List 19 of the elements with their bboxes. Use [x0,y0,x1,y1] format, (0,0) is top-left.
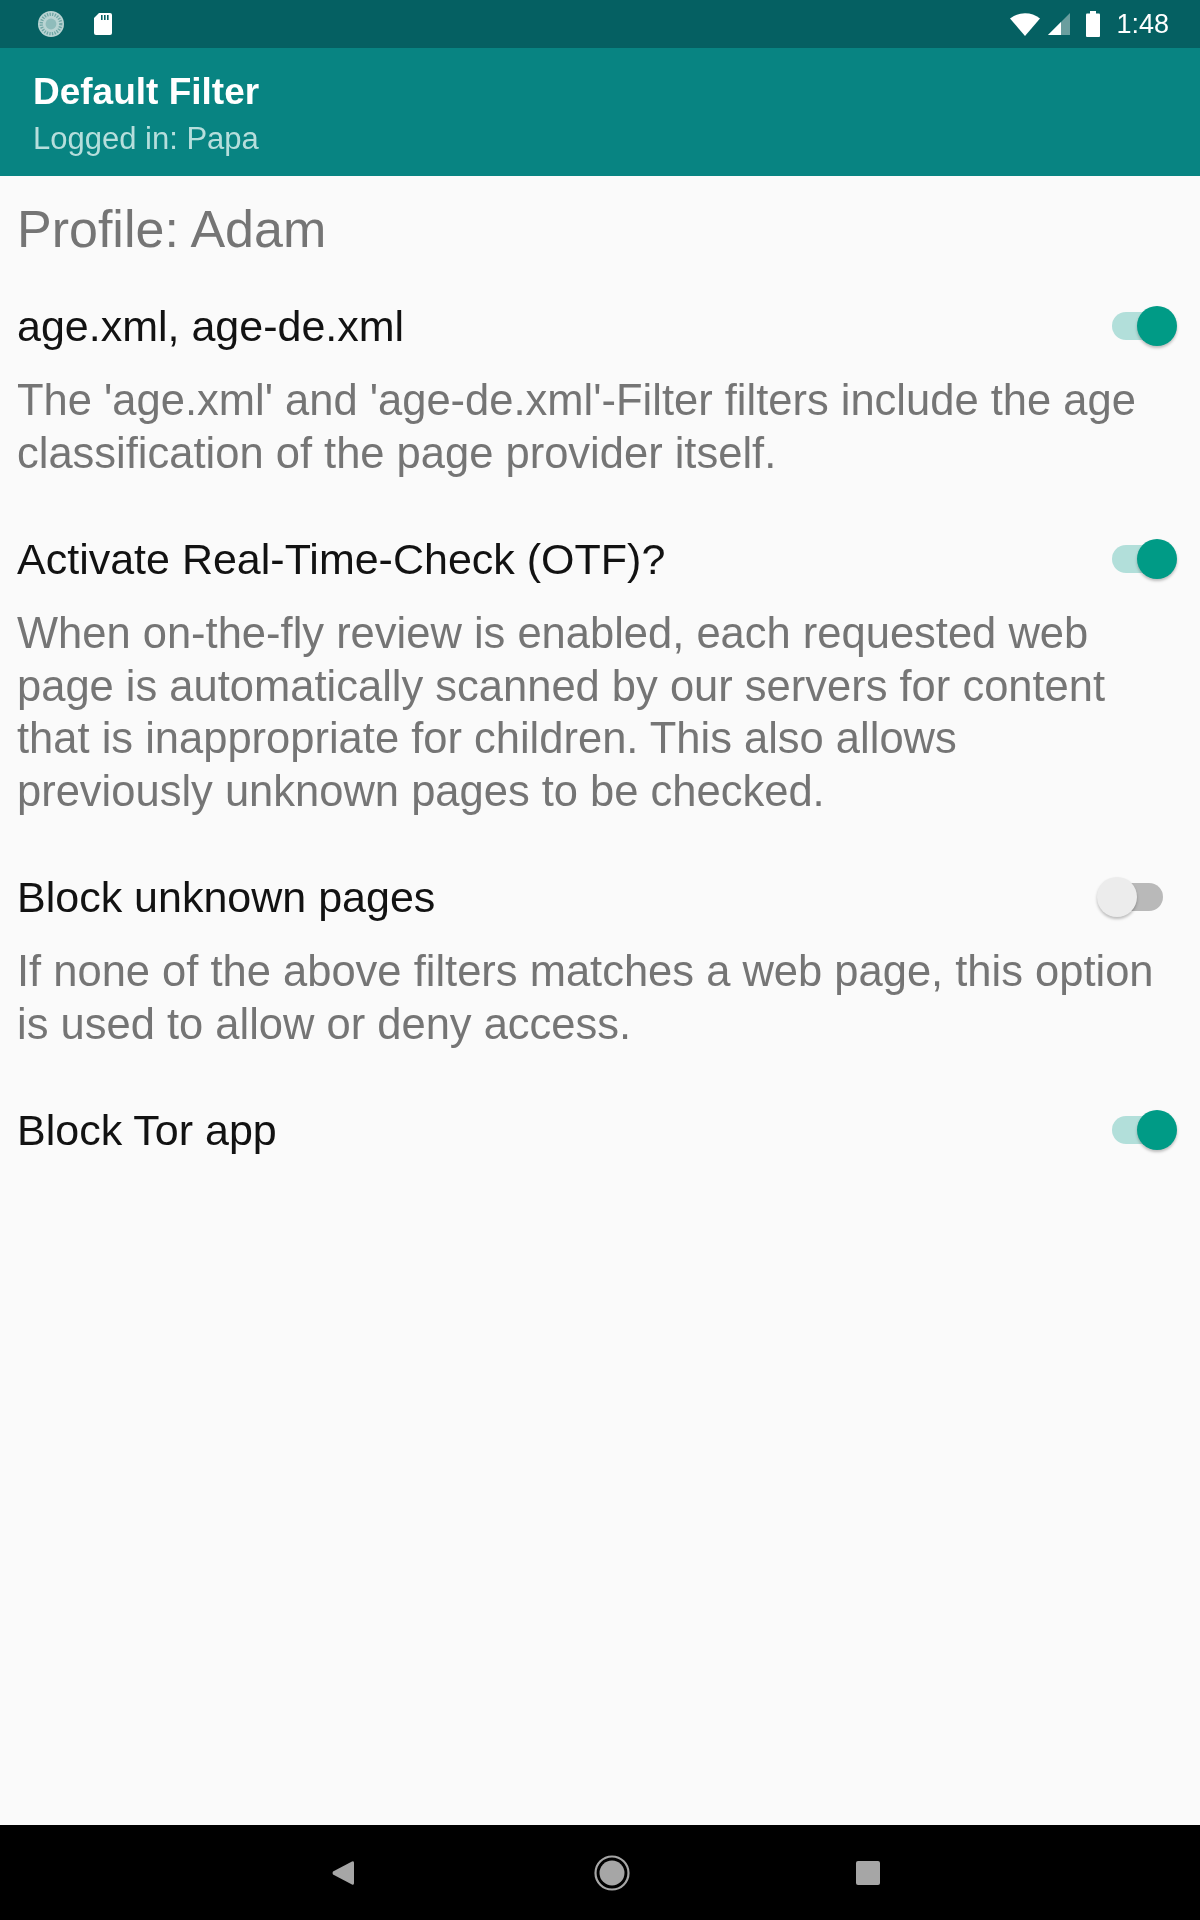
setting-title: Block unknown pages [17,873,436,921]
spinner-icon [38,11,64,37]
home-icon[interactable] [594,1854,630,1891]
recent-apps-icon[interactable] [856,1860,880,1885]
setting-title: Block Tor app [17,1106,277,1154]
setting-description: When on-the-fly review is enabled, each requested web page is automatically scanned by our servers for content that is inappropriate for children. This also allows previously unknown pages to be checked. [17,608,1107,817]
sd-card-icon [94,13,112,35]
profile-heading: Profile: Adam [17,200,328,258]
app-bar-title: Default Filter [33,71,261,113]
signal-icon [1048,13,1071,35]
wifi-icon [1010,12,1041,36]
setting-title: Activate Real-Time-Check (OTF)? [17,535,666,583]
app-bar-subtitle: Logged in: Papa [33,121,260,157]
setting-title: age.xml, age-de.xml [17,302,405,350]
back-icon[interactable] [332,1859,354,1886]
clock-time: 1:48 [1116,8,1169,40]
battery-icon [1086,11,1101,37]
setting-description: The 'age.xml' and 'age-de.xml'-Filter filters include the age classification of the page provider itself. [17,375,1137,479]
setting-description: If none of the above filters matches a web page, this option is used to allow or deny access. [17,946,1155,1050]
